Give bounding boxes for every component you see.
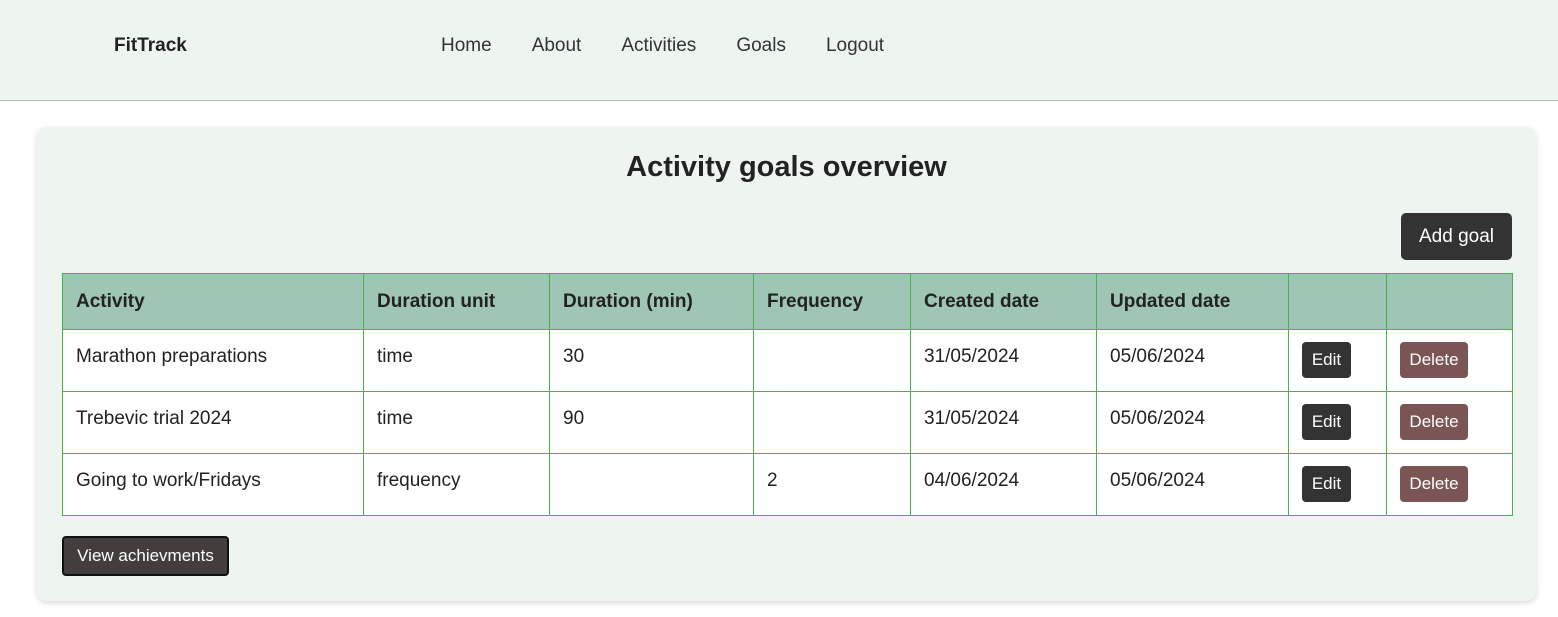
- column-header-updated-date: Updated date: [1096, 273, 1289, 330]
- cell-updated-date: 05/06/2024: [1096, 329, 1289, 392]
- delete-button[interactable]: Delete: [1400, 466, 1468, 502]
- delete-button[interactable]: Delete: [1400, 342, 1468, 378]
- cell-activity: Going to work/Fridays: [62, 453, 364, 516]
- edit-button[interactable]: Edit: [1302, 466, 1351, 502]
- cell-updated-date: 05/06/2024: [1096, 453, 1289, 516]
- goals-table: Activity Duration unit Duration (min) Fr…: [62, 273, 1513, 516]
- nav-link-about[interactable]: About: [532, 35, 582, 57]
- cell-edit: Edit: [1288, 453, 1387, 516]
- nav-link-home[interactable]: Home: [441, 35, 492, 57]
- cell-duration-unit: time: [363, 329, 550, 392]
- page-title: Activity goals overview: [626, 151, 947, 183]
- cell-delete: Delete: [1386, 329, 1513, 392]
- cell-frequency: [753, 329, 911, 392]
- table-row: Marathon preparations time 30 31/05/2024…: [62, 329, 1513, 392]
- view-achievements-button[interactable]: View achievments: [62, 536, 229, 576]
- cell-activity: Trebevic trial 2024: [62, 391, 364, 454]
- nav-links: Home About Activities Goals Logout: [441, 35, 884, 57]
- nav-link-logout[interactable]: Logout: [826, 35, 884, 57]
- column-header-activity: Activity: [62, 273, 364, 330]
- cell-duration-unit: time: [363, 391, 550, 454]
- goals-card: Activity goals overview Add goal Activit…: [37, 127, 1536, 601]
- table-header-row: Activity Duration unit Duration (min) Fr…: [62, 273, 1513, 330]
- column-header-duration-unit: Duration unit: [363, 273, 550, 330]
- cell-delete: Delete: [1386, 391, 1513, 454]
- cell-duration-min: [549, 453, 754, 516]
- column-header-frequency: Frequency: [753, 273, 911, 330]
- nav-link-activities[interactable]: Activities: [621, 35, 696, 57]
- cell-activity: Marathon preparations: [62, 329, 364, 392]
- cell-created-date: 31/05/2024: [910, 329, 1097, 392]
- cell-updated-date: 05/06/2024: [1096, 391, 1289, 454]
- cell-duration-min: 90: [549, 391, 754, 454]
- column-header-duration-min: Duration (min): [549, 273, 754, 330]
- cell-edit: Edit: [1288, 391, 1387, 454]
- cell-created-date: 04/06/2024: [910, 453, 1097, 516]
- cell-created-date: 31/05/2024: [910, 391, 1097, 454]
- cell-duration-unit: frequency: [363, 453, 550, 516]
- cell-duration-min: 30: [549, 329, 754, 392]
- table-row: Trebevic trial 2024 time 90 31/05/2024 0…: [62, 391, 1513, 454]
- nav-link-goals[interactable]: Goals: [736, 35, 786, 57]
- table-row: Going to work/Fridays frequency 2 04/06/…: [62, 453, 1513, 516]
- cell-frequency: 2: [753, 453, 911, 516]
- column-header-delete: [1386, 273, 1513, 330]
- cell-edit: Edit: [1288, 329, 1387, 392]
- cell-frequency: [753, 391, 911, 454]
- cell-delete: Delete: [1386, 453, 1513, 516]
- column-header-edit: [1288, 273, 1387, 330]
- edit-button[interactable]: Edit: [1302, 404, 1351, 440]
- edit-button[interactable]: Edit: [1302, 342, 1351, 378]
- add-goal-button[interactable]: Add goal: [1401, 213, 1512, 260]
- navbar: FitTrack Home About Activities Goals Log…: [0, 0, 1558, 101]
- column-header-created-date: Created date: [910, 273, 1097, 330]
- delete-button[interactable]: Delete: [1400, 404, 1468, 440]
- brand-logo[interactable]: FitTrack: [114, 35, 187, 57]
